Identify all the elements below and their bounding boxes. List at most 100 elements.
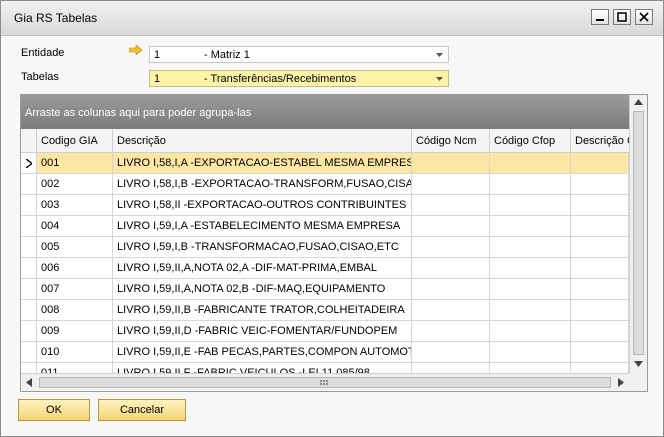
cell-descricao[interactable]: LIVRO I,59,II,A,NOTA 02,A -DIF-MAT-PRIMA… [113,258,412,279]
row-selector[interactable] [21,342,37,363]
row-selector[interactable] [21,279,37,300]
vertical-scroll-thumb[interactable] [633,111,644,355]
cell-codigo-gia[interactable]: 006 [37,258,113,279]
cell-codigo-gia[interactable]: 007 [37,279,113,300]
row-selector[interactable] [21,237,37,258]
cell-codigo-ncm[interactable] [412,237,490,258]
scroll-up-icon[interactable] [634,99,643,105]
table-row[interactable]: 007 LIVRO I,59,II,A,NOTA 02,B -DIF-MAQ,EQ… [21,279,629,300]
column-header-descricao[interactable]: Descrição [113,129,412,153]
cell-codigo-gia[interactable]: 005 [37,237,113,258]
cell-codigo-cfop[interactable] [490,279,571,300]
row-selector[interactable] [21,300,37,321]
cell-descricao-c[interactable] [571,195,629,216]
chevron-down-icon[interactable] [436,53,443,57]
column-header-codigo-ncm[interactable]: Código Ncm [412,129,490,153]
cell-codigo-cfop[interactable] [490,237,571,258]
cell-descricao-c[interactable] [571,153,629,174]
cell-descricao-c[interactable] [571,258,629,279]
cell-codigo-gia[interactable]: 001 [37,153,113,174]
row-selector[interactable] [21,216,37,237]
row-selector[interactable] [21,195,37,216]
row-selector[interactable] [21,174,37,195]
horizontal-scrollbar[interactable] [21,373,629,391]
cell-codigo-cfop[interactable] [490,258,571,279]
cell-codigo-cfop[interactable] [490,216,571,237]
maximize-button[interactable] [613,9,631,25]
cell-descricao-text: LIVRO I,58,I,A -EXPORTACAO-ESTABEL MESMA… [117,157,412,169]
cell-codigo-gia[interactable]: 009 [37,321,113,342]
chevron-down-icon[interactable] [436,77,443,81]
column-header-codigo-gia[interactable]: Codigo GIA [37,129,113,153]
group-by-area[interactable]: Arraste as colunas aqui para poder agrup… [21,95,629,129]
cell-codigo-ncm[interactable] [412,342,490,363]
cell-descricao[interactable]: LIVRO I,58,II -EXPORTACAO-OUTROS CONTRIB… [113,195,412,216]
cell-codigo-gia[interactable]: 003 [37,195,113,216]
cell-codigo-cfop[interactable] [490,321,571,342]
cell-descricao[interactable]: LIVRO I,58,I,A -EXPORTACAO-ESTABEL MESMA… [113,153,412,174]
vertical-scrollbar[interactable] [629,95,647,373]
entidade-combo[interactable]: 1 - Matriz 1 [149,46,449,63]
scroll-down-icon[interactable] [634,361,643,367]
table-row[interactable]: 009 LIVRO I,59,II,D -FABRIC VEIC-FOMENTAR… [21,321,629,342]
row-selector[interactable] [21,321,37,342]
cell-codigo-cfop[interactable] [490,153,571,174]
cell-codigo-cfop[interactable] [490,342,571,363]
cell-codigo-cfop[interactable] [490,174,571,195]
cell-codigo-ncm[interactable] [412,195,490,216]
cell-descricao[interactable]: LIVRO I,59,I,A -ESTABELECIMENTO MESMA EM… [113,216,412,237]
cell-descricao[interactable]: LIVRO I,59,I,B -TRANSFORMACAO,FUSAO,CISA… [113,237,412,258]
tabelas-combo[interactable]: 1 - Transferências/Recebimentos [149,70,449,87]
table-row[interactable]: 004 LIVRO I,59,I,A -ESTABELECIMENTO MESMA… [21,216,629,237]
horizontal-scroll-thumb[interactable] [39,377,611,388]
row-selector[interactable] [21,258,37,279]
table-row[interactable]: 001 LIVRO I,58,I,A -EXPORTACAO-ESTABEL ME… [21,153,629,174]
cell-descricao-c[interactable] [571,237,629,258]
column-header-codigo-cfop[interactable]: Código Cfop [490,129,571,153]
close-button[interactable] [635,9,653,25]
ok-button[interactable]: OK [18,399,90,421]
table-row[interactable]: 006 LIVRO I,59,II,A,NOTA 02,A -DIF-MAT-PR… [21,258,629,279]
cell-codigo-gia[interactable]: 008 [37,300,113,321]
table-row[interactable]: 003 LIVRO I,58,II -EXPORTACAO-OUTROS CONT… [21,195,629,216]
cell-codigo-ncm[interactable] [412,321,490,342]
cell-codigo-gia-text: 004 [41,220,60,232]
column-header-descricao-c[interactable]: Descrição C [571,129,629,153]
cell-codigo-ncm[interactable] [412,153,490,174]
table-row[interactable]: 002 LIVRO I,58,I,B -EXPORTACAO-TRANSFORM,… [21,174,629,195]
link-arrow-icon[interactable] [129,45,143,55]
cell-codigo-gia-text: 001 [41,157,60,169]
cell-codigo-ncm[interactable] [412,279,490,300]
table-row[interactable]: 010 LIVRO I,59,II,E -FAB PECAS,PARTES,COM… [21,342,629,363]
table-row[interactable]: 005 LIVRO I,59,I,B -TRANSFORMACAO,FUSAO,C… [21,237,629,258]
cell-codigo-ncm[interactable] [412,216,490,237]
table-row[interactable]: 008 LIVRO I,59,II,B -FABRICANTE TRATOR,CO… [21,300,629,321]
cell-descricao-c[interactable] [571,342,629,363]
cancel-button[interactable]: Cancelar [98,399,186,421]
cell-descricao-c[interactable] [571,216,629,237]
cell-descricao[interactable]: LIVRO I,59,II,A,NOTA 02,B -DIF-MAQ,EQUIP… [113,279,412,300]
scroll-left-icon[interactable] [26,378,32,387]
minimize-button[interactable] [591,9,609,25]
cell-descricao[interactable]: LIVRO I,59,II,E -FAB PECAS,PARTES,COMPON… [113,342,412,363]
cell-descricao-c[interactable] [571,174,629,195]
cell-descricao-c[interactable] [571,300,629,321]
cell-descricao-text: LIVRO I,59,I,B -TRANSFORMACAO,FUSAO,CISA… [117,241,399,253]
cell-descricao[interactable]: LIVRO I,59,II,B -FABRICANTE TRATOR,COLHE… [113,300,412,321]
cell-codigo-gia[interactable]: 002 [37,174,113,195]
cell-descricao[interactable]: LIVRO I,59,II,D -FABRIC VEIC-FOMENTAR/FU… [113,321,412,342]
row-selector[interactable] [21,153,37,174]
cell-descricao-text: LIVRO I,59,II,B -FABRICANTE TRATOR,COLHE… [117,304,405,316]
cell-codigo-ncm[interactable] [412,300,490,321]
entidade-label: Entidade [21,47,65,59]
cell-codigo-cfop[interactable] [490,195,571,216]
scroll-right-icon[interactable] [618,378,624,387]
cell-codigo-gia[interactable]: 010 [37,342,113,363]
cell-codigo-gia[interactable]: 004 [37,216,113,237]
cell-codigo-ncm[interactable] [412,258,490,279]
cell-descricao-c[interactable] [571,321,629,342]
cell-codigo-cfop[interactable] [490,300,571,321]
cell-descricao[interactable]: LIVRO I,58,I,B -EXPORTACAO-TRANSFORM,FUS… [113,174,412,195]
cell-codigo-ncm[interactable] [412,174,490,195]
cell-descricao-c[interactable] [571,279,629,300]
